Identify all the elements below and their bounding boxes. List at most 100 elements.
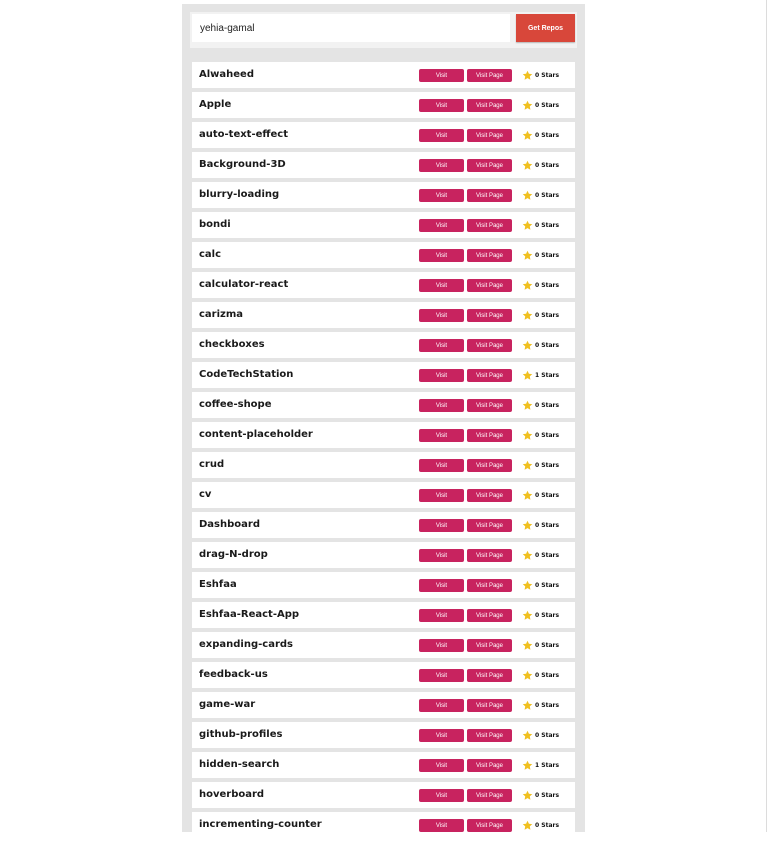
visit-button[interactable]: Visit [419, 189, 464, 202]
visit-button[interactable]: Visit [419, 309, 464, 322]
repo-name: github-profiles [199, 729, 283, 740]
repo-name: feedback-us [199, 669, 268, 680]
visit-button[interactable]: Visit [419, 99, 464, 112]
visit-button[interactable]: Visit [419, 579, 464, 592]
repo-name: bondi [199, 219, 231, 230]
repo-name: calc [199, 249, 222, 260]
star-icon [522, 400, 533, 410]
repo-row: auto-text-effect Visit Visit Page 0 Stars [192, 122, 575, 148]
star-icon [522, 220, 533, 230]
visit-page-button[interactable]: Visit Page [467, 699, 512, 712]
visit-page-button[interactable]: Visit Page [467, 519, 512, 532]
repo-row: CodeTechStation Visit Visit Page 1 Stars [192, 362, 575, 388]
stars-count: 0 Stars [522, 722, 559, 748]
visit-page-button[interactable]: Visit Page [467, 759, 512, 772]
visit-button[interactable]: Visit [419, 669, 464, 682]
visit-button[interactable]: Visit [419, 159, 464, 172]
visit-page-button[interactable]: Visit Page [467, 819, 512, 832]
stars-count: 0 Stars [522, 92, 559, 118]
visit-page-button[interactable]: Visit Page [467, 69, 512, 82]
search-bar: Get Repos [190, 12, 577, 48]
repo-name: expanding-cards [199, 639, 293, 650]
stars-count: 0 Stars [522, 452, 559, 478]
stars-count: 0 Stars [522, 512, 559, 538]
stars-count: 0 Stars [522, 602, 559, 628]
stars-label: 0 Stars [535, 461, 560, 469]
visit-button[interactable]: Visit [419, 339, 464, 352]
visit-button[interactable]: Visit [419, 489, 464, 502]
visit-page-button[interactable]: Visit Page [467, 669, 512, 682]
visit-page-button[interactable]: Visit Page [467, 309, 512, 322]
visit-button[interactable]: Visit [419, 249, 464, 262]
stars-count: 0 Stars [522, 632, 559, 658]
star-icon [522, 820, 533, 830]
visit-button[interactable]: Visit [419, 819, 464, 832]
visit-button[interactable]: Visit [419, 759, 464, 772]
visit-page-button[interactable]: Visit Page [467, 399, 512, 412]
visit-page-button[interactable]: Visit Page [467, 219, 512, 232]
visit-button[interactable]: Visit [419, 369, 464, 382]
stars-label: 0 Stars [535, 551, 560, 559]
visit-page-button[interactable]: Visit Page [467, 579, 512, 592]
visit-button[interactable]: Visit [419, 639, 464, 652]
visit-button[interactable]: Visit [419, 789, 464, 802]
visit-page-button[interactable]: Visit Page [467, 729, 512, 742]
stars-label: 0 Stars [535, 581, 560, 589]
stars-label: 0 Stars [535, 521, 560, 529]
star-icon [522, 100, 533, 110]
visit-button[interactable]: Visit [419, 69, 464, 82]
get-repos-button[interactable]: Get Repos [516, 14, 575, 42]
visit-page-button[interactable]: Visit Page [467, 489, 512, 502]
star-icon [522, 370, 533, 380]
visit-button[interactable]: Visit [419, 549, 464, 562]
visit-page-button[interactable]: Visit Page [467, 789, 512, 802]
repo-name: carizma [199, 309, 244, 320]
visit-page-button[interactable]: Visit Page [467, 279, 512, 292]
stars-count: 0 Stars [522, 272, 559, 298]
visit-page-button[interactable]: Visit Page [467, 99, 512, 112]
visit-button[interactable]: Visit [419, 519, 464, 532]
visit-page-button[interactable]: Visit Page [467, 639, 512, 652]
stars-label: 1 Stars [535, 761, 560, 769]
stars-count: 0 Stars [522, 482, 559, 508]
repo-row: github-profiles Visit Visit Page 0 Stars [192, 722, 575, 748]
repo-row: Apple Visit Visit Page 0 Stars [192, 92, 575, 118]
visit-button[interactable]: Visit [419, 219, 464, 232]
visit-button[interactable]: Visit [419, 459, 464, 472]
repo-name: hoverboard [199, 789, 265, 800]
repo-name: blurry-loading [199, 189, 280, 200]
visit-page-button[interactable]: Visit Page [467, 369, 512, 382]
visit-button[interactable]: Visit [419, 129, 464, 142]
star-icon [522, 640, 533, 650]
visit-page-button[interactable]: Visit Page [467, 129, 512, 142]
visit-page-button[interactable]: Visit Page [467, 459, 512, 472]
repo-row: calculator-react Visit Visit Page 0 Stars [192, 272, 575, 298]
stars-label: 0 Stars [535, 401, 560, 409]
repo-row: crud Visit Visit Page 0 Stars [192, 452, 575, 478]
visit-button[interactable]: Visit [419, 429, 464, 442]
visit-button[interactable]: Visit [419, 699, 464, 712]
repo-row: Dashboard Visit Visit Page 0 Stars [192, 512, 575, 538]
stars-count: 0 Stars [522, 572, 559, 598]
repo-name: checkboxes [199, 339, 265, 350]
visit-page-button[interactable]: Visit Page [467, 189, 512, 202]
username-input[interactable] [192, 14, 510, 42]
repo-row: checkboxes Visit Visit Page 0 Stars [192, 332, 575, 358]
visit-page-button[interactable]: Visit Page [467, 429, 512, 442]
stars-count: 0 Stars [522, 62, 559, 88]
visit-page-button[interactable]: Visit Page [467, 339, 512, 352]
visit-page-button[interactable]: Visit Page [467, 159, 512, 172]
visit-button[interactable]: Visit [419, 609, 464, 622]
visit-page-button[interactable]: Visit Page [467, 549, 512, 562]
visit-page-button[interactable]: Visit Page [467, 609, 512, 622]
visit-page-button[interactable]: Visit Page [467, 249, 512, 262]
star-icon [522, 670, 533, 680]
repo-row: Eshfaa-React-App Visit Visit Page 0 Stars [192, 602, 575, 628]
star-icon [522, 490, 533, 500]
visit-button[interactable]: Visit [419, 729, 464, 742]
visit-button[interactable]: Visit [419, 279, 464, 292]
repo-name: hidden-search [199, 759, 280, 770]
visit-button[interactable]: Visit [419, 399, 464, 412]
stars-label: 0 Stars [535, 281, 560, 289]
repo-row: cv Visit Visit Page 0 Stars [192, 482, 575, 508]
